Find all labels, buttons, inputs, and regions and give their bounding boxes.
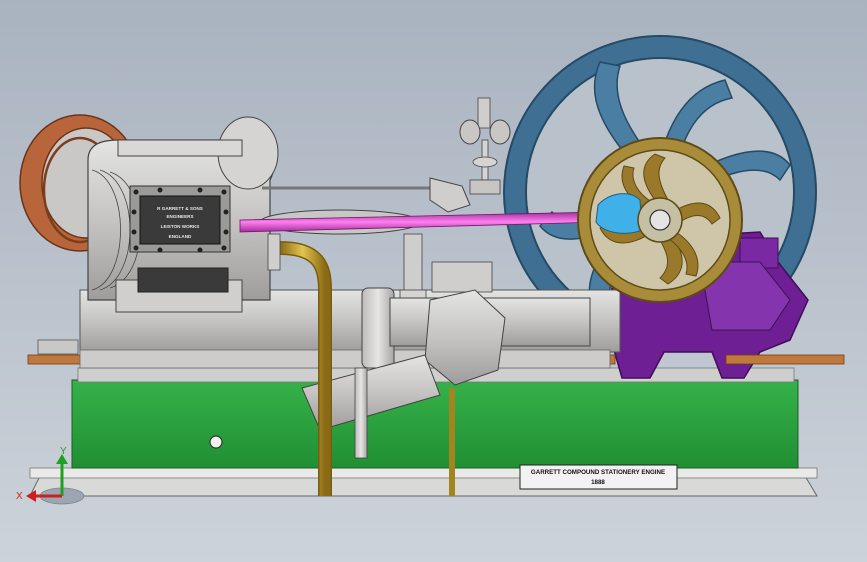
nameplate-line4: ENGLAND (169, 234, 192, 239)
mounting-hole (209, 435, 223, 449)
engine-model[interactable]: R GARRETT & SONS ENGINEERS LEISTON WORKS… (0, 0, 867, 562)
governor[interactable] (459, 97, 511, 195)
axis-y-label: Y (60, 446, 67, 457)
assembly-year: 1888 (591, 479, 605, 486)
cad-viewport[interactable]: R GARRETT & SONS ENGINEERS LEISTON WORKS… (0, 0, 867, 562)
axis-x-label: X (16, 491, 23, 502)
nameplate-line2: ENGINEERS (166, 214, 193, 219)
crank-wheel[interactable] (577, 137, 743, 303)
ground-plate[interactable] (29, 467, 818, 497)
assembly-label[interactable]: GARRETT COMPOUND STATIONERY ENGINE 1888 (519, 464, 678, 490)
nameplate-line1: R GARRETT & SONS (157, 206, 203, 211)
assembly-title: GARRETT COMPOUND STATIONERY ENGINE (531, 469, 665, 476)
valve-gear[interactable] (259, 177, 493, 301)
maker-nameplate[interactable]: R GARRETT & SONS ENGINEERS LEISTON WORKS… (129, 185, 231, 253)
axis-x-arrow (26, 490, 36, 502)
nameplate-line3: LEISTON WORKS (161, 224, 200, 229)
